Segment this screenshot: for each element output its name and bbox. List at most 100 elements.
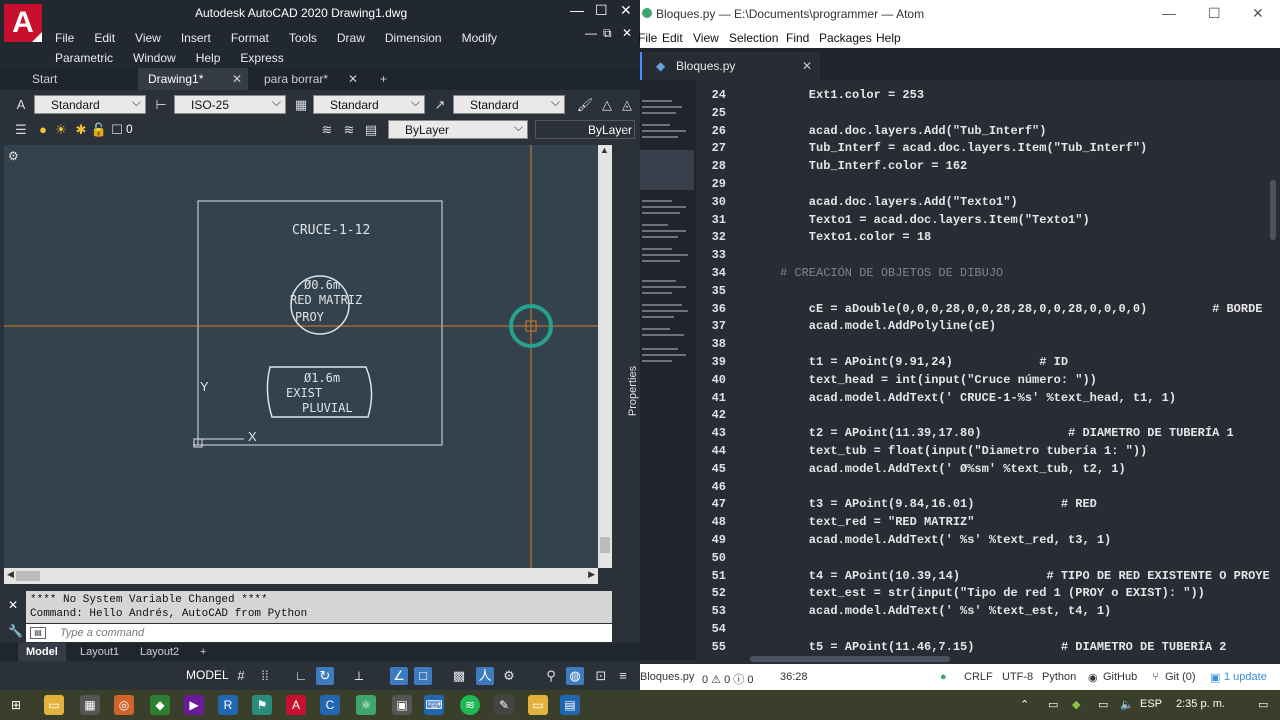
isolate-objects-icon[interactable]: ⚲ — [542, 667, 560, 685]
freeze-icon[interactable]: ✱ — [72, 121, 90, 139]
code-line[interactable]: t2 = APoint(11.39,17.80) # DIAMETRO DE T… — [780, 426, 1234, 440]
command-prompt-icon[interactable]: ▤ — [30, 627, 46, 639]
tab-model[interactable]: Model — [18, 643, 66, 661]
isodraft-icon[interactable]: ⟂ — [350, 667, 368, 685]
tool-icon[interactable]: ✎ — [494, 695, 514, 715]
close-icon[interactable]: ✕ — [1252, 5, 1264, 22]
status-diagnostics[interactable]: 0 ⚠ 0 ⓘ 0 — [702, 671, 753, 687]
horizontal-scrollbar[interactable]: ◀ ▶ — [4, 568, 598, 584]
make-current-icon[interactable]: ≋ — [340, 121, 358, 139]
layer-states-icon[interactable]: ≋ — [318, 121, 336, 139]
terminal-icon[interactable]: ▣ — [392, 695, 412, 715]
doc-restore-icon[interactable]: ⧉ — [603, 26, 612, 41]
minimize-icon[interactable]: — — [1162, 5, 1176, 21]
spotify-icon[interactable]: ≋ — [460, 695, 480, 715]
properties-palette-tab[interactable]: Properties — [614, 145, 639, 585]
maximize-icon[interactable]: ☐ — [595, 2, 608, 19]
status-git[interactable]: Git (0) — [1165, 671, 1196, 683]
menu-file[interactable]: File — [55, 28, 74, 48]
menu-window[interactable]: Window — [133, 48, 176, 68]
editor-scroll-thumb[interactable] — [1270, 180, 1276, 240]
code-line[interactable]: acad.model.AddText(' %s' %text_red, t3, … — [780, 533, 1111, 547]
menu-view[interactable]: View — [693, 31, 719, 45]
maximize-icon[interactable]: ☐ — [1208, 5, 1221, 22]
menu-express[interactable]: Express — [240, 48, 283, 68]
code-line[interactable]: t4 = APoint(10.39,14) # TIPO DE RED EXIS… — [780, 569, 1270, 583]
menu-draw[interactable]: Draw — [337, 28, 365, 48]
doc-minimize-icon[interactable]: — — [585, 26, 597, 40]
lock-icon[interactable]: 🔓 — [90, 121, 108, 139]
doc-close-icon[interactable]: ✕ — [622, 26, 632, 40]
status-file[interactable]: Bloques.py — [640, 671, 694, 683]
code-line[interactable]: Texto1.color = 18 — [780, 230, 931, 244]
update-icon[interactable]: ▣ — [1210, 671, 1220, 684]
scroll-thumb[interactable] — [600, 537, 610, 553]
layer-properties-icon[interactable]: ☰ — [12, 121, 30, 139]
status-cursor-position[interactable]: 36:28 — [780, 671, 808, 683]
triangle-outline-icon[interactable]: ◬ — [618, 96, 636, 114]
linetype-dropdown[interactable]: ByLayer — [535, 118, 635, 139]
match-properties-icon[interactable]: 🖌 — [576, 96, 594, 114]
maps-icon[interactable]: ⚑ — [252, 695, 272, 715]
menu-edit[interactable]: Edit — [662, 31, 683, 45]
tab-layout2[interactable]: Layout2 — [132, 643, 187, 661]
menu-packages[interactable]: Packages — [819, 31, 872, 45]
table-style-dropdown[interactable]: Standard — [313, 93, 425, 114]
code-line[interactable]: Tub_Interf = acad.doc.layers.Item("Tub_I… — [780, 141, 1147, 155]
code-line[interactable]: Texto1 = acad.doc.layers.Item("Texto1") — [780, 213, 1090, 227]
r-icon[interactable]: R — [218, 695, 238, 715]
tray-icon[interactable]: ▭ — [1048, 698, 1058, 711]
tab-drawing1[interactable]: Drawing1* ✕ — [138, 68, 248, 90]
tray-clock[interactable]: 2:35 p. m. — [1176, 698, 1225, 710]
menu-file[interactable]: File — [638, 31, 657, 45]
scroll-right-icon[interactable]: ▶ — [588, 569, 595, 580]
object-snap-icon[interactable]: □ — [414, 667, 432, 685]
status-github[interactable]: GitHub — [1103, 671, 1137, 683]
file-explorer-icon[interactable]: ▭ — [44, 695, 64, 715]
grid-icon[interactable]: # — [232, 667, 250, 685]
atom-taskbar-icon[interactable]: ⚛ — [356, 695, 376, 715]
circle-network-text[interactable]: RED MATRIZ — [290, 293, 362, 307]
code-icon[interactable]: ⌨ — [424, 695, 444, 715]
status-updates[interactable]: 1 update — [1224, 671, 1267, 683]
c-icon[interactable]: C — [320, 695, 340, 715]
triangle-icon[interactable]: △ — [598, 96, 616, 114]
menu-format[interactable]: Format — [231, 28, 269, 48]
code-line[interactable]: text_est = str(input("Tipo de red 1 (PRO… — [780, 586, 1205, 600]
github-icon[interactable]: ◉ — [1088, 671, 1098, 684]
network-icon[interactable]: ▭ — [1098, 698, 1108, 711]
box-diameter-text[interactable]: Ø1.6m — [304, 371, 340, 385]
light-bulb-icon[interactable]: ● — [34, 121, 52, 139]
hardware-accel-icon[interactable]: ◍ — [566, 667, 584, 685]
multileader-style-icon[interactable]: ↗ — [431, 96, 449, 114]
tab-start[interactable]: Start — [22, 68, 132, 90]
menu-help[interactable]: Help — [196, 48, 221, 68]
dim-style-icon[interactable]: ⊢ — [152, 96, 170, 114]
notifications-icon[interactable]: ▭ — [1258, 698, 1268, 711]
tab-para-borrar[interactable]: para borrar* ✕ — [254, 68, 364, 90]
status-encoding[interactable]: UTF-8 — [1002, 671, 1033, 683]
app-icon[interactable]: ◆ — [150, 695, 170, 715]
circle-status-text[interactable]: PROY — [295, 310, 324, 324]
menu-modify[interactable]: Modify — [462, 28, 497, 48]
tray-language[interactable]: ESP — [1140, 698, 1162, 710]
polar-tracking-icon[interactable]: ↻ — [316, 667, 334, 685]
close-icon[interactable]: ✕ — [232, 68, 242, 90]
status-line-ending[interactable]: CRLF — [964, 671, 993, 683]
code-line[interactable]: Ext1.color = 253 — [780, 88, 924, 102]
code-line[interactable]: t1 = APoint(9.91,24) # ID — [780, 355, 1068, 369]
annotation-scale-icon[interactable]: 人 — [476, 667, 494, 685]
circle-diameter-text[interactable]: Ø0.6m — [304, 278, 340, 292]
minimize-icon[interactable]: — — [570, 2, 584, 18]
calculator-icon[interactable]: ▦ — [80, 695, 100, 715]
code-line[interactable]: acad.model.AddPolyline(cE) — [780, 319, 996, 333]
clean-screen-icon[interactable]: ⊡ — [592, 667, 610, 685]
editor-hscroll-thumb[interactable] — [750, 656, 950, 662]
customization-menu-icon[interactable]: ≡ — [614, 667, 632, 685]
code-line[interactable]: t3 = APoint(9.84,16.01) # RED — [780, 497, 1097, 511]
media-icon[interactable]: ▶ — [184, 695, 204, 715]
new-tab-icon[interactable]: + — [372, 68, 396, 90]
close-icon[interactable]: ✕ — [802, 52, 812, 80]
color-dropdown[interactable]: ByLayer — [388, 118, 528, 139]
box-type-text[interactable]: PLUVIAL — [302, 401, 353, 415]
